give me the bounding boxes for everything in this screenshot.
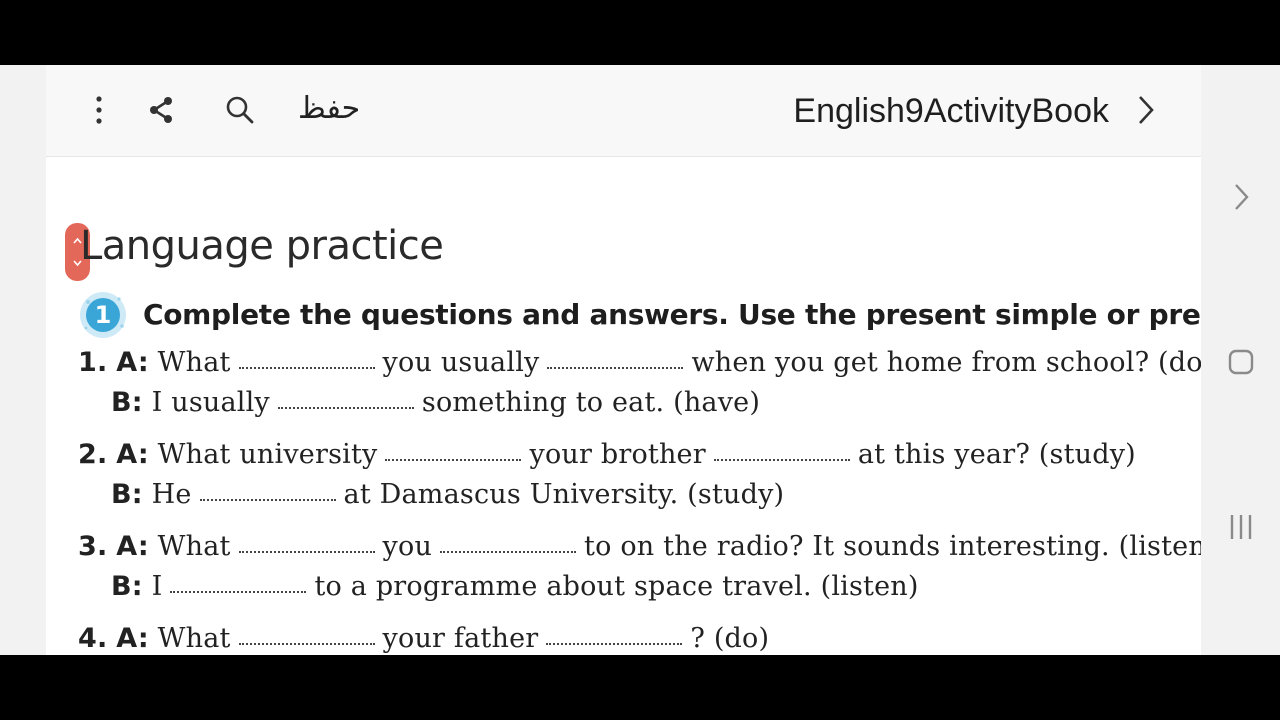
- item-number: 3.: [78, 531, 108, 562]
- answer-blank: [170, 589, 307, 593]
- speaker-b: B:: [111, 387, 143, 418]
- speaker-a: A:: [116, 439, 149, 470]
- text-part: at this year? (study): [857, 439, 1136, 470]
- save-button[interactable]: حفظ: [298, 87, 360, 131]
- text-part: ? (do): [690, 623, 770, 654]
- search-icon[interactable]: [223, 93, 257, 127]
- item-number: 4.: [78, 623, 108, 654]
- item-3-a: 3. A: What you to on the radio? It sounds …: [78, 531, 1201, 562]
- item-1-a: 1. A: What you usually when you get home f…: [78, 347, 1201, 378]
- text-part: to a programme about space travel. (list…: [314, 571, 919, 602]
- chevron-right-icon[interactable]: [1129, 93, 1163, 127]
- document-viewer: حفظ English9ActivityBook Language practi…: [46, 65, 1201, 655]
- text-part: you: [382, 531, 433, 562]
- recents-icon[interactable]: [1223, 509, 1259, 545]
- answer-blank: [238, 549, 375, 553]
- text-part: What: [157, 623, 231, 654]
- answer-blank: [277, 405, 414, 409]
- heading-text: anguage practice: [101, 223, 444, 269]
- home-square-icon[interactable]: [1223, 344, 1259, 380]
- item-number: 2.: [78, 439, 108, 470]
- text-part: What: [157, 347, 231, 378]
- text-part: at Damascus University. (study): [343, 479, 785, 510]
- more-vert-icon[interactable]: [82, 93, 116, 127]
- speaker-b: B:: [111, 571, 143, 602]
- text-part: something to eat. (have): [421, 387, 761, 418]
- answer-blank: [440, 549, 577, 553]
- text-part: What: [157, 531, 231, 562]
- text-part: What university: [157, 439, 378, 470]
- answer-blank: [238, 365, 375, 369]
- section-heading: Language practice: [80, 223, 444, 269]
- speaker-a: A:: [116, 531, 149, 562]
- text-part: to on the radio? It sounds interesting. …: [584, 531, 1201, 562]
- exercise-instruction: Complete the questions and answers. Use …: [143, 298, 1201, 331]
- exercise-number: 1: [95, 301, 112, 329]
- text-part: I: [151, 571, 163, 602]
- answer-blank: [713, 457, 850, 461]
- answer-blank: [547, 365, 684, 369]
- chevron-right-icon[interactable]: [1223, 179, 1259, 215]
- document-title: English9ActivityBook: [793, 92, 1109, 130]
- exercise-badge: 1: [78, 290, 128, 340]
- item-4-a: 4. A: What your father ? (do): [78, 623, 769, 654]
- screen: حفظ English9ActivityBook Language practi…: [0, 65, 1280, 655]
- item-3-b: B: Ito a programme about space travel. (…: [111, 571, 919, 602]
- speaker-a: A:: [116, 347, 149, 378]
- text-part: He: [151, 479, 192, 510]
- text-part: when you get home from school? (do: [691, 347, 1201, 378]
- item-1-b: B: I usually something to eat. (have): [111, 387, 760, 418]
- item-number: 1.: [78, 347, 108, 378]
- item-2-a: 2. A: What university your brother at this…: [78, 439, 1136, 470]
- text-part: you usually: [382, 347, 540, 378]
- text-part: your father: [382, 623, 539, 654]
- answer-blank: [238, 641, 375, 645]
- toolbar: حفظ English9ActivityBook: [46, 65, 1201, 157]
- speaker-b: B:: [111, 479, 143, 510]
- text-part: I usually: [151, 387, 270, 418]
- answer-blank: [385, 457, 522, 461]
- item-2-b: B: He at Damascus University. (study): [111, 479, 784, 510]
- text-part: your brother: [529, 439, 706, 470]
- speaker-a: A:: [116, 623, 149, 654]
- share-icon[interactable]: [144, 93, 178, 127]
- answer-blank: [546, 641, 683, 645]
- page-content: Language practice 1 Complete the questio…: [46, 157, 1201, 655]
- heading-initial: L: [80, 223, 102, 269]
- navigation-bar: [1201, 65, 1280, 655]
- answer-blank: [199, 497, 336, 501]
